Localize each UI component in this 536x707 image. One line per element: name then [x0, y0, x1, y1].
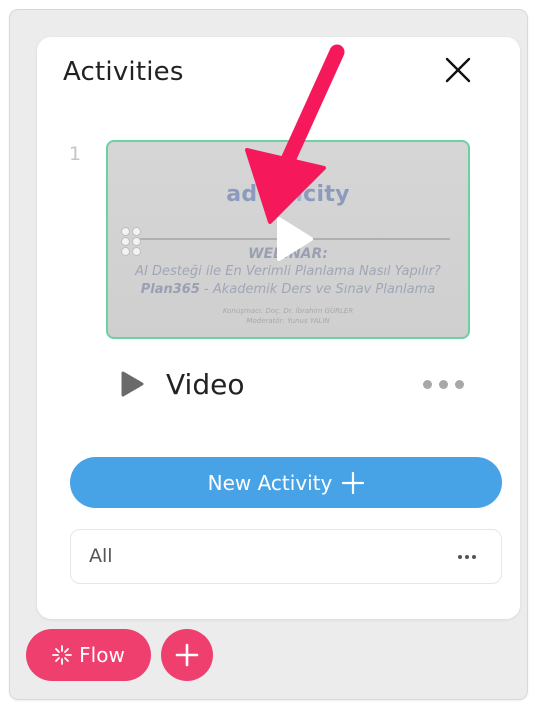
flow-label: Flow — [79, 643, 125, 667]
video-icon — [121, 371, 144, 397]
more-icon — [422, 379, 432, 389]
thumbnail-moderator: Moderatör: Yunus YALIN — [246, 317, 330, 325]
brand-logo: advancity — [226, 182, 350, 207]
play-icon — [277, 217, 313, 261]
activity-index: 1 — [69, 143, 82, 165]
close-button[interactable] — [437, 49, 479, 91]
flow-button[interactable]: Flow — [26, 629, 151, 681]
activity-more-button[interactable] — [417, 372, 469, 396]
filter-select[interactable]: All — [70, 529, 502, 584]
panel-title: Activities — [63, 57, 184, 87]
new-activity-label: New Activity — [207, 470, 333, 495]
video-thumbnail[interactable]: advancity WEBINAR: AI Desteği ile En Ver… — [106, 140, 470, 339]
new-activity-button[interactable]: New Activity — [70, 457, 502, 508]
close-icon — [445, 57, 471, 83]
thumbnail-speaker: Konuşmacı: Doç. Dr. İbrahim GÜRLER — [222, 307, 354, 315]
plus-icon — [342, 471, 365, 494]
sparkle-icon — [52, 645, 73, 665]
panel-frame: Activities 1 advancity WEBINAR: AI Deste… — [10, 10, 527, 699]
filter-value: All — [89, 545, 113, 567]
add-button[interactable] — [161, 629, 213, 681]
more-icon[interactable] — [455, 550, 479, 564]
activities-card: Activities 1 advancity WEBINAR: AI Deste… — [37, 37, 520, 619]
plus-icon — [175, 643, 199, 667]
activity-type-label: Video — [166, 368, 245, 401]
activity-row[interactable]: Video — [117, 364, 477, 404]
play-button[interactable] — [265, 211, 321, 267]
thumbnail-product-line: Plan365 - Akademik Ders ve Sınav Planlam… — [140, 282, 436, 297]
